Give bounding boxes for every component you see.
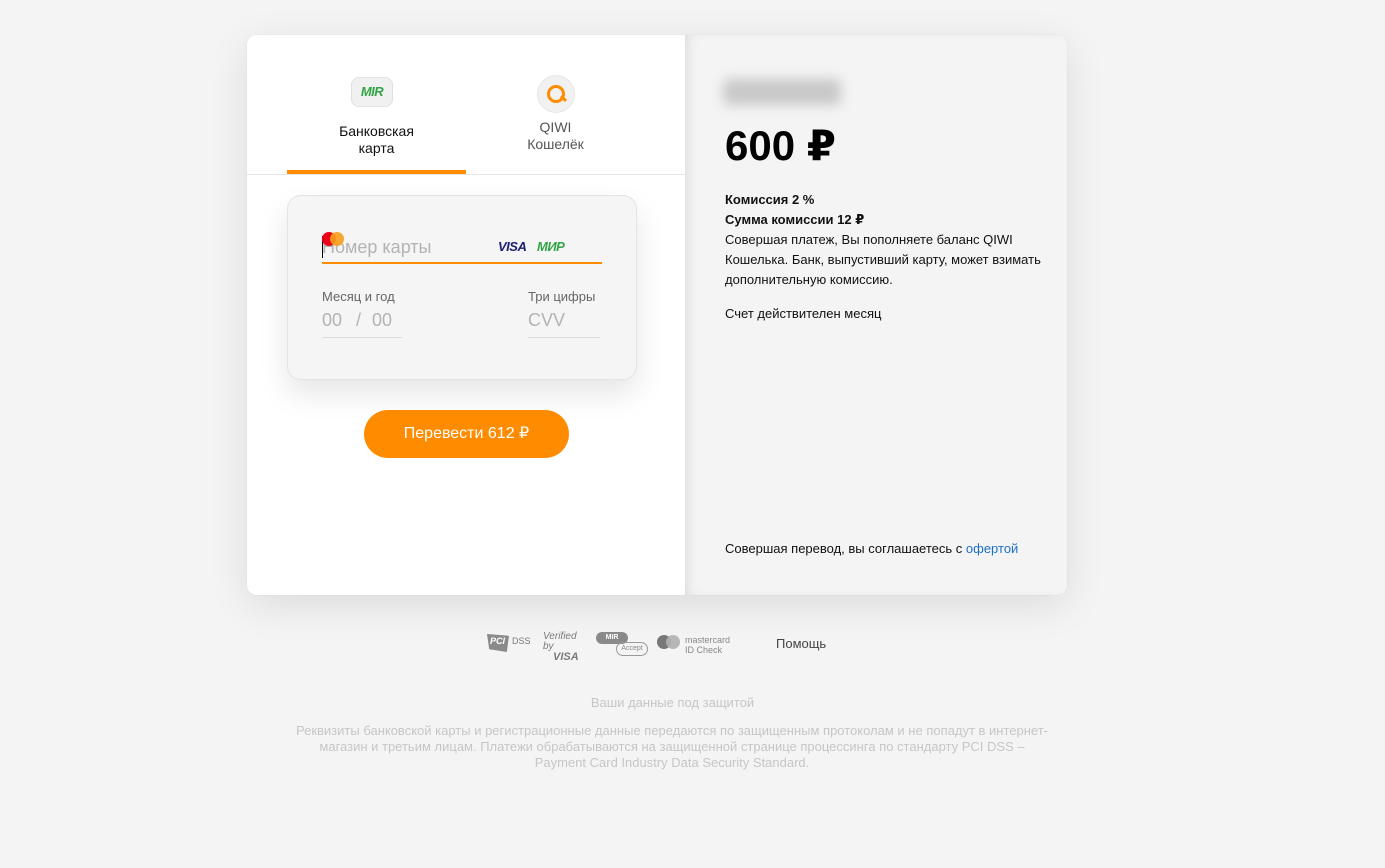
commission-rate: Комиссия 2 % [725, 192, 815, 207]
offer-link[interactable]: офертой [966, 541, 1018, 556]
expiry-year[interactable]: 00 [372, 310, 392, 331]
help-link[interactable]: Помощь [776, 636, 826, 651]
expiry-month[interactable]: 00 [322, 310, 342, 331]
mastercard-id-check-badge-icon: mastercard ID Check [657, 632, 739, 656]
card-number-input[interactable] [322, 232, 492, 262]
visa-logo-icon: VISA [498, 239, 527, 254]
tab-bank-card[interactable]: MIR Банковская карта [287, 35, 466, 174]
offer-agreement: Совершая перевод, вы соглашаетесь с офер… [725, 541, 1018, 556]
mir-accept-badge-icon: MIR Accept [596, 632, 648, 656]
payment-panel: MIR Банковская карта QIWI Кошелёк VISA М… [247, 35, 1067, 595]
cvv-field[interactable]: CVV [528, 308, 600, 338]
mir-card-icon: MIR [351, 77, 393, 107]
fee-info: Комиссия 2 % Сумма комиссии 12 ₽ Соверша… [725, 190, 1045, 290]
security-text: Реквизиты банковской карты и регистрацио… [296, 723, 1048, 770]
cvv-input[interactable]: CVV [528, 310, 565, 331]
card-input-box: VISA МИР Месяц и год 00 / 00 Три цифры C… [287, 195, 637, 380]
tab-qiwi-wallet[interactable]: QIWI Кошелёк [466, 35, 645, 174]
merchant-name-redacted [723, 79, 841, 105]
tabs-divider [247, 174, 685, 175]
expiry-label: Месяц и год [322, 289, 395, 304]
payment-note: Совершая платеж, Вы пополняете баланс QI… [725, 232, 1041, 287]
cvv-label: Три цифры [528, 289, 596, 304]
card-number-field[interactable]: VISA МИР [322, 232, 602, 264]
verified-by-visa-badge-icon: Verified by VISA [543, 631, 579, 663]
security-title: Ваши данные под защитой [590, 695, 755, 710]
payment-form-section: MIR Банковская карта QIWI Кошелёк VISA М… [247, 35, 685, 595]
expiry-separator: / [356, 310, 362, 330]
transfer-button[interactable]: Перевести 612 ₽ [364, 410, 569, 458]
commission-sum: Сумма комиссии 12 ₽ [725, 212, 865, 227]
payment-summary-section: 600 ₽ Комиссия 2 % Сумма комиссии 12 ₽ С… [685, 35, 1067, 595]
invoice-validity: Счет действителен месяц [725, 306, 882, 321]
payment-amount: 600 ₽ [725, 122, 836, 169]
tab-bank-card-label: Банковская карта [339, 123, 414, 156]
offer-text: Совершая перевод, вы соглашаетесь с [725, 541, 966, 556]
qiwi-icon [537, 75, 575, 113]
mir-logo-icon: МИР [537, 239, 565, 254]
pci-dss-badge-icon: PCI DSS [487, 632, 535, 656]
tab-qiwi-wallet-label: QIWI Кошелёк [527, 119, 584, 152]
expiry-field[interactable]: 00 / 00 [322, 308, 402, 338]
